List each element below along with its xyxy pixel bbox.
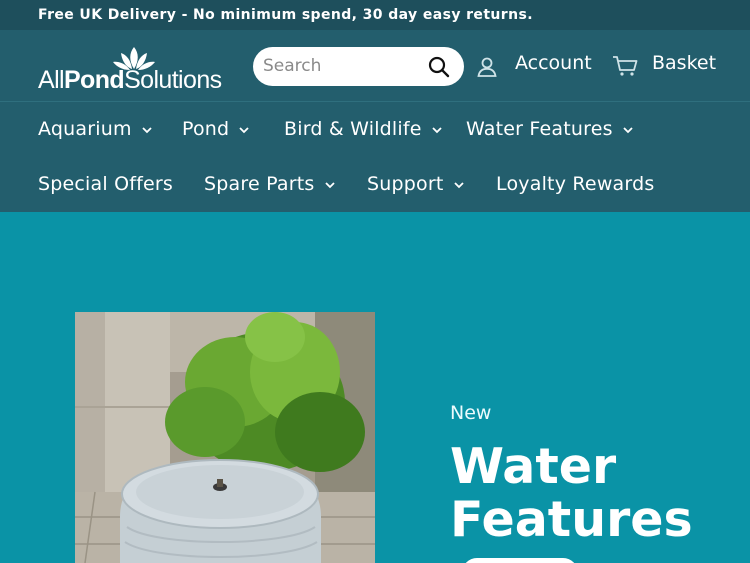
site-header: AllPondSolutions Account Basket [0,30,750,212]
nav-item-label: Bird & Wildlife [284,118,422,140]
search-bar [253,47,464,86]
basket-icon [613,56,638,76]
nav-item-spare-parts[interactable]: Spare Parts [204,171,335,197]
logo-text-solutions: Solutions [124,66,222,94]
announcement-text: Free UK Delivery - No minimum spend, 30 … [38,7,533,23]
chevron-down-icon [142,126,152,133]
site-logo[interactable]: AllPondSolutions [38,45,228,94]
hero-title-line-1: Water [450,438,617,495]
hero-cta-button[interactable] [462,558,578,563]
nav-item-label: Spare Parts [204,173,315,195]
nav-item-pond[interactable]: Pond [182,116,249,142]
logo-text-all: All [38,66,65,94]
chevron-down-icon [453,181,464,188]
nav-item-water-features[interactable]: Water Features [466,116,633,142]
account-label: Account [515,52,592,74]
hero-title: Water Features [450,440,693,546]
user-icon [477,57,497,77]
basket-label: Basket [652,52,717,74]
nav-item-label: Pond [182,118,230,140]
hero-eyebrow: New [450,402,492,424]
hero-title-line-2: Features [450,491,693,548]
chevron-down-icon [432,126,442,133]
search-icon[interactable] [428,56,450,78]
nav-item-aquarium[interactable]: Aquarium [38,116,152,142]
chevron-down-icon [623,126,633,133]
nav-item-label: Loyalty Rewards [496,173,655,195]
chevron-down-icon [324,181,335,188]
nav-item-label: Water Features [466,118,613,140]
water-feature-illustration [75,312,375,563]
logo-wordmark: AllPondSolutions [38,66,222,95]
header-top-bar: AllPondSolutions Account Basket [0,30,750,102]
logo-text-pond: Pond [63,66,125,94]
nav-item-label: Support [367,173,444,195]
nav-item-label: Aquarium [38,118,132,140]
nav-item-bird-wildlife[interactable]: Bird & Wildlife [284,116,442,142]
announcement-bar: Free UK Delivery - No minimum spend, 30 … [0,0,750,30]
nav-item-label: Special Offers [38,173,174,195]
search-input[interactable] [263,54,423,78]
nav-item-support[interactable]: Support [367,171,464,197]
hero-product-image[interactable] [75,312,375,563]
nav-item-special-offers[interactable]: Special Offers [38,171,173,197]
chevron-down-icon [239,126,249,133]
fountain-basin [120,459,321,563]
nav-item-loyalty-rewards[interactable]: Loyalty Rewards [496,171,654,197]
